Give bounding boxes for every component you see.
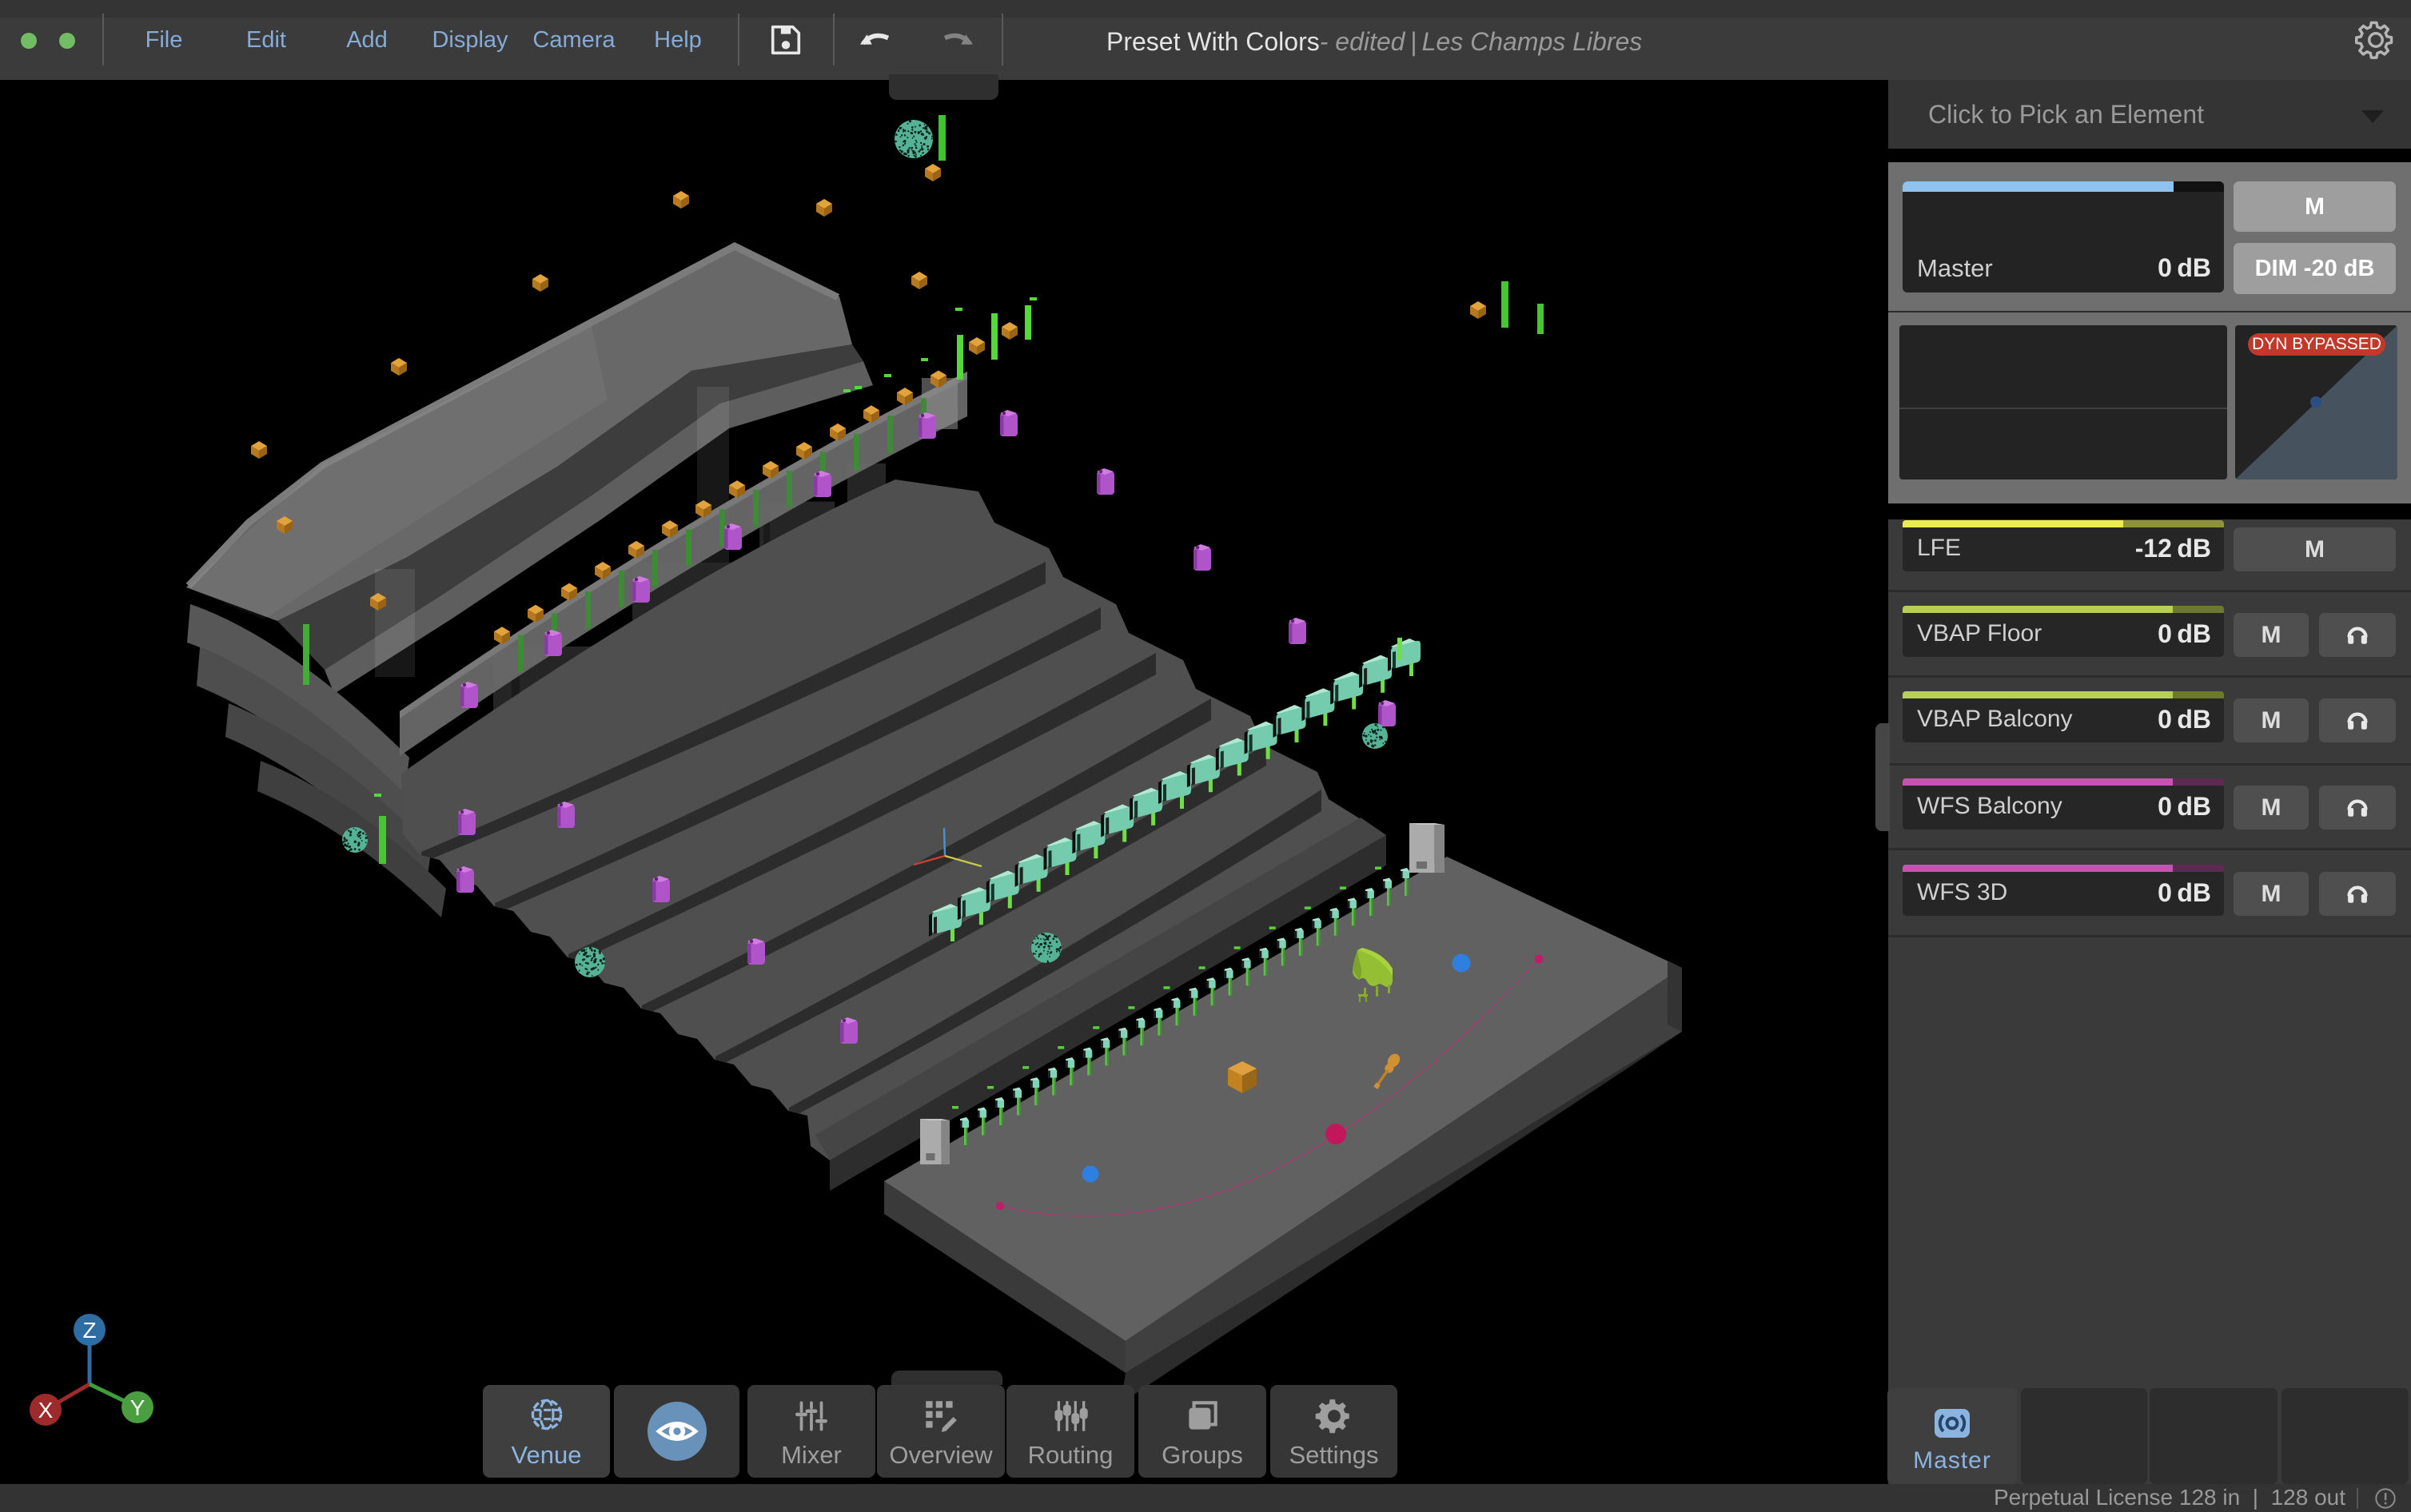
svg-text:Y: Y (130, 1395, 145, 1420)
svg-text:X: X (38, 1398, 54, 1422)
svg-text:Z: Z (82, 1318, 96, 1343)
